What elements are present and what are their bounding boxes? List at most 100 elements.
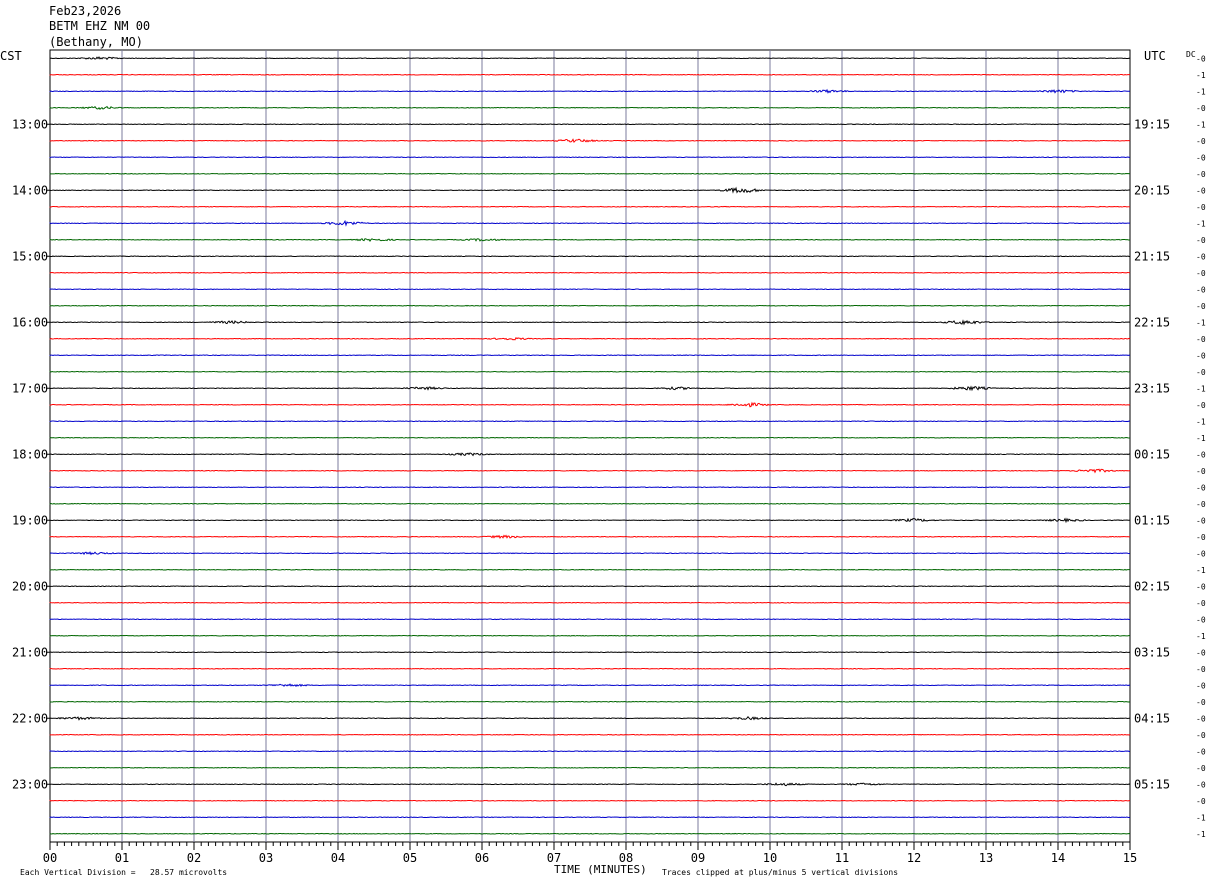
trace-line (49, 585, 1131, 588)
trace-line (49, 568, 1131, 571)
cst-hour-label: 18:00 (12, 447, 48, 461)
trace-line (49, 401, 1131, 408)
plot-axes: -0 -1 -1 -0 -1 -0 -0 -0 -0 -0 -1 -0 -0 -0 -0 -0 -1 -0 -0 -0… (12, 54, 1206, 865)
dc-offset-label: -1 (1196, 566, 1206, 575)
dc-offset-label: -0 (1196, 516, 1206, 525)
trace-line (49, 517, 1131, 524)
x-tick-label: 10 (763, 851, 777, 865)
trace-line (49, 534, 1131, 540)
x-tick-label: 15 (1123, 851, 1137, 865)
trace-line (49, 716, 1131, 721)
dc-offset-label: -0 (1196, 269, 1206, 278)
trace-line (49, 782, 1131, 787)
dc-offset-label: -1 (1196, 417, 1206, 426)
trace-line (49, 486, 1131, 489)
trace-line (49, 385, 1131, 392)
x-tick-label: 05 (403, 851, 417, 865)
dc-offset-label: -0 (1196, 450, 1206, 459)
trace-line (49, 138, 1131, 143)
x-tick-label: 11 (835, 851, 849, 865)
utc-hour-label: 00:15 (1134, 447, 1170, 461)
x-tick-label: 04 (331, 851, 345, 865)
dc-offset-label: -0 (1196, 599, 1206, 608)
trace-line (49, 832, 1131, 835)
dc-offset-label: -0 (1196, 302, 1206, 311)
cst-hour-label: 21:00 (12, 645, 48, 659)
x-tick-label: 02 (187, 851, 201, 865)
dc-offset-label: -0 (1196, 483, 1206, 492)
dc-offset-label: -0 (1196, 54, 1206, 63)
dc-offset-label: -0 (1196, 153, 1206, 162)
dc-offset-label: -1 (1196, 120, 1206, 129)
helicorder-plot: -0 -1 -1 -0 -1 -0 -0 -0 -0 -0 -1 -0 -0 -0 -0 -0 -1 -0 -0 -0… (0, 49, 1206, 865)
x-tick-label: 09 (691, 851, 705, 865)
cst-hour-label: 23:00 (12, 777, 48, 791)
trace-line (49, 502, 1131, 505)
trace-line (49, 799, 1131, 802)
utc-hour-label: 23:15 (1134, 381, 1170, 395)
dc-offset-label: -0 (1196, 615, 1206, 624)
dc-offset-label: -1 (1196, 813, 1206, 822)
dc-offset-label: -0 (1196, 351, 1206, 360)
trace-line (49, 156, 1131, 159)
dc-offset-label: -0 (1196, 236, 1206, 245)
trace-line (49, 618, 1131, 621)
trace-line (49, 551, 1131, 556)
dc-offset-label: -1 (1196, 632, 1206, 641)
trace-line (49, 601, 1131, 604)
utc-hour-label: 05:15 (1134, 777, 1170, 791)
trace-line (49, 816, 1131, 819)
trace-line (49, 56, 1131, 61)
cst-hour-label: 17:00 (12, 381, 48, 395)
utc-hour-label: 20:15 (1134, 183, 1170, 197)
dc-offset-label: -0 (1196, 335, 1206, 344)
dc-offset-label: -0 (1196, 203, 1206, 212)
dc-offset-label: -0 (1196, 681, 1206, 690)
trace-line (49, 88, 1131, 94)
utc-hour-label: 04:15 (1134, 711, 1170, 725)
trace-line (49, 73, 1131, 76)
trace-line (49, 172, 1131, 175)
dc-offset-label: -0 (1196, 368, 1206, 377)
right-axis-title: UTC (1144, 49, 1166, 63)
dc-offset-label: -1 (1196, 434, 1206, 443)
clip-note: Traces clipped at plus/minus 5 vertical … (662, 868, 899, 877)
utc-hour-label: 03:15 (1134, 645, 1170, 659)
dc-offset-label: -0 (1196, 731, 1206, 740)
dc-offset-label: -0 (1196, 549, 1206, 558)
trace-line (49, 420, 1131, 423)
utc-hour-label: 02:15 (1134, 579, 1170, 593)
trace-line (49, 452, 1131, 457)
trace-line (49, 123, 1131, 126)
scale-note: Each Vertical Division = 28.57 microvolt… (20, 868, 228, 877)
dc-offset-label: -1 (1196, 71, 1206, 80)
trace-line (49, 370, 1131, 373)
dc-offset-label: -0 (1196, 764, 1206, 773)
dc-offset-label: -0 (1196, 665, 1206, 674)
plot-frame (49, 49, 1131, 843)
trace-line (49, 205, 1131, 208)
dc-offset-label: -1 (1196, 384, 1206, 393)
x-tick-label: 13 (979, 851, 993, 865)
dc-offset-label: -0 (1196, 797, 1206, 806)
dc-offset-label: -0 (1196, 467, 1206, 476)
trace-line (49, 468, 1131, 474)
helicorder-page: { "header": { "date": "Feb23,2026", "sta… (0, 0, 1210, 886)
trace-line (49, 667, 1131, 670)
dc-offset-label: -0 (1196, 582, 1206, 591)
cst-hour-label: 22:00 (12, 711, 48, 725)
dc-offset-label: -0 (1196, 104, 1206, 113)
dc-offset-label: -1 (1196, 87, 1206, 96)
dc-offset-label: -0 (1196, 401, 1206, 410)
dc-offset-label: -0 (1196, 137, 1206, 146)
seismogram-traces (49, 56, 1131, 835)
trace-line (49, 436, 1131, 439)
cst-hour-label: 13:00 (12, 117, 48, 131)
x-tick-label: 12 (907, 851, 921, 865)
trace-line (49, 219, 1131, 227)
left-axis-title: CST (0, 49, 22, 63)
x-tick-label: 01 (115, 851, 129, 865)
trace-line (49, 337, 1131, 341)
dc-offset-label: -0 (1196, 714, 1206, 723)
trace-line (49, 304, 1131, 307)
